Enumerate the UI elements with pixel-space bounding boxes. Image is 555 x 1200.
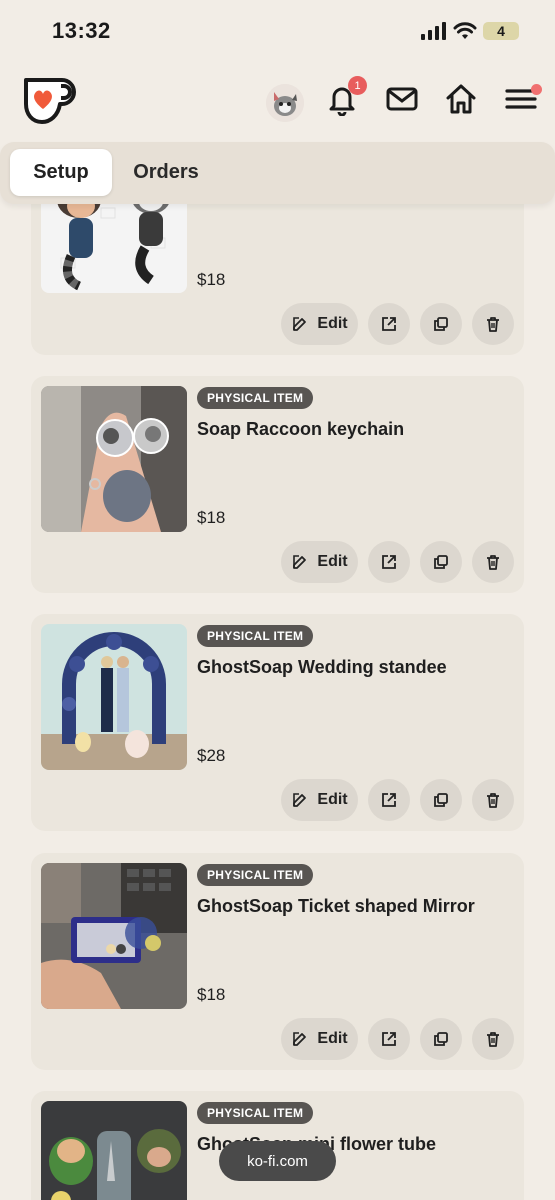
external-link-icon xyxy=(382,793,396,807)
product-price: $18 xyxy=(197,270,226,289)
notification-count-badge: 1 xyxy=(348,76,367,95)
copy-icon xyxy=(434,555,448,569)
copy-icon xyxy=(434,793,448,807)
battery-icon: 4 xyxy=(483,22,519,40)
product-thumbnail[interactable] xyxy=(41,624,187,770)
trash-icon xyxy=(487,1032,499,1047)
tab-orders[interactable]: Orders xyxy=(118,149,214,196)
product-title[interactable]: Soap Raccoon keychain xyxy=(197,419,404,440)
product-price: $18 xyxy=(197,508,226,527)
external-link-icon xyxy=(382,555,396,569)
status-bar: 13:32 4 xyxy=(0,0,555,62)
product-thumbnail[interactable] xyxy=(41,863,187,1009)
edit-button[interactable]: Edit xyxy=(281,541,358,583)
avatar[interactable] xyxy=(266,84,304,122)
product-card: PHYSICAL ITEM Soap Raccoon keychain $18 … xyxy=(31,376,524,593)
open-link-button[interactable] xyxy=(368,1018,410,1060)
product-type-tag: PHYSICAL ITEM xyxy=(197,864,314,886)
menu-alert-dot xyxy=(531,84,542,95)
open-link-button[interactable] xyxy=(368,779,410,821)
duplicate-button[interactable] xyxy=(420,303,462,345)
external-link-icon xyxy=(382,1032,396,1046)
kofi-cup-logo-icon[interactable] xyxy=(20,74,78,126)
edit-label: Edit xyxy=(317,315,348,332)
product-type-tag: PHYSICAL ITEM xyxy=(197,625,314,647)
trash-icon xyxy=(487,555,499,570)
pencil-icon xyxy=(293,555,307,569)
edit-label: Edit xyxy=(317,553,348,570)
product-thumbnail[interactable] xyxy=(41,1101,187,1200)
edit-label: Edit xyxy=(317,791,348,808)
tab-bar: Setup Orders xyxy=(0,142,555,204)
wifi-icon xyxy=(453,22,477,39)
product-price: $18 xyxy=(197,985,226,1004)
trash-icon xyxy=(487,793,499,808)
product-price: $28 xyxy=(197,746,226,765)
trash-icon xyxy=(487,317,499,332)
product-title[interactable]: GhostSoap Ticket shaped Mirror xyxy=(197,896,475,917)
copy-icon xyxy=(434,1032,448,1046)
product-title[interactable]: GhostSoap Wedding standee xyxy=(197,657,447,678)
delete-button[interactable] xyxy=(472,303,514,345)
delete-button[interactable] xyxy=(472,779,514,821)
edit-button[interactable]: Edit xyxy=(281,779,358,821)
product-type-tag: PHYSICAL ITEM xyxy=(197,387,314,409)
mail-icon[interactable] xyxy=(385,82,419,116)
delete-button[interactable] xyxy=(472,1018,514,1060)
open-link-button[interactable] xyxy=(368,303,410,345)
open-link-button[interactable] xyxy=(368,541,410,583)
product-card: PHYSICAL ITEM GhostSoap Wedding standee … xyxy=(31,614,524,831)
duplicate-button[interactable] xyxy=(420,1018,462,1060)
browser-url-pill[interactable]: ko-fi.com xyxy=(219,1141,336,1181)
duplicate-button[interactable] xyxy=(420,779,462,821)
app-header: 1 xyxy=(0,62,555,140)
copy-icon xyxy=(434,317,448,331)
product-type-tag: PHYSICAL ITEM xyxy=(197,1102,314,1124)
home-icon[interactable] xyxy=(444,82,478,116)
external-link-icon xyxy=(382,317,396,331)
product-thumbnail[interactable] xyxy=(41,386,187,532)
delete-button[interactable] xyxy=(472,541,514,583)
pencil-icon xyxy=(293,317,307,331)
duplicate-button[interactable] xyxy=(420,541,462,583)
product-card: PHYSICAL ITEM GhostSoap Ticket shaped Mi… xyxy=(31,853,524,1070)
edit-button[interactable]: Edit xyxy=(281,1018,358,1060)
edit-label: Edit xyxy=(317,1030,348,1047)
cellular-signal-icon xyxy=(421,22,447,40)
edit-button[interactable]: Edit xyxy=(281,303,358,345)
pencil-icon xyxy=(293,793,307,807)
clock: 13:32 xyxy=(52,18,111,43)
pencil-icon xyxy=(293,1032,307,1046)
tab-setup[interactable]: Setup xyxy=(10,149,112,196)
